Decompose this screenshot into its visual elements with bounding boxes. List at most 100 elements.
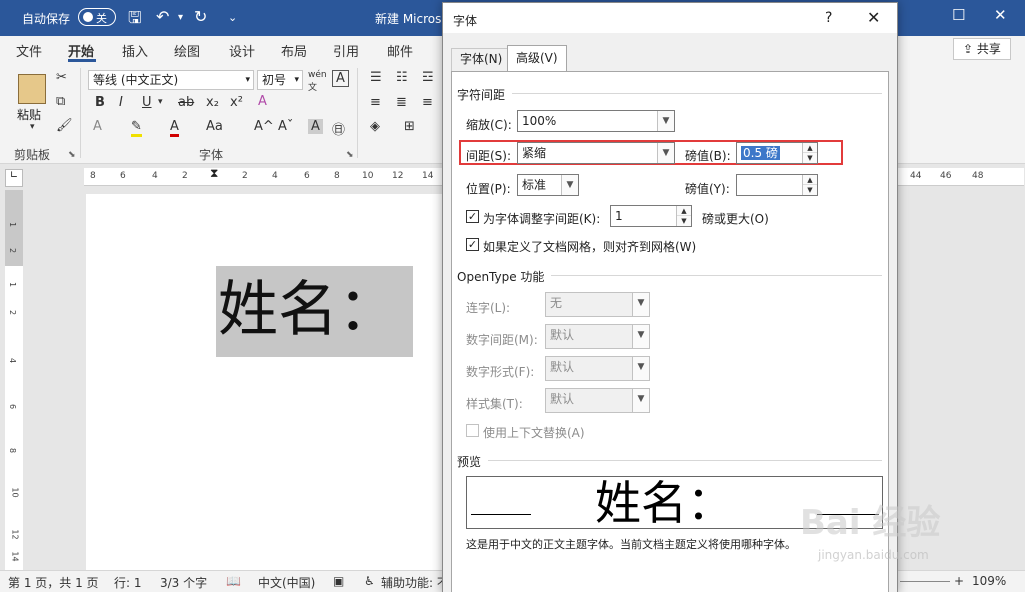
restore-icon[interactable]: ☐ [952,6,965,24]
paste-icon[interactable] [18,74,46,104]
number-spacing-select[interactable]: 默认 ▼ [545,324,650,349]
redo-icon[interactable]: ↻ [194,7,207,26]
tab-font[interactable]: 字体(N) [451,48,512,71]
kerning-checkbox[interactable]: ✓ [466,210,479,223]
macro-icon[interactable]: ▣ [333,574,344,588]
font-launcher-icon[interactable]: ⬊ [346,150,354,160]
dialog-close-button[interactable]: ✕ [867,8,880,27]
language[interactable]: 中文(中国) [258,574,315,591]
document-text[interactable]: 姓名： [218,272,398,348]
contextual-alternates-checkbox[interactable] [466,424,479,437]
tab-design[interactable]: 设计 [229,41,255,60]
scale-select[interactable]: 100% ▼ [517,110,675,132]
italic-icon[interactable]: I [119,95,123,110]
undo-icon[interactable]: ↶ [156,7,169,26]
save-icon[interactable]: 🖫 [128,7,142,34]
numbering-icon[interactable]: ☷ [396,70,408,85]
position-select[interactable]: 标准 ▼ [517,174,579,196]
change-case-icon[interactable]: Aa [206,119,223,134]
accessibility-status[interactable]: 辅助功能: 不 [381,574,449,591]
subscript-icon[interactable]: x₂ [206,95,219,110]
tab-advanced[interactable]: 高级(V) [507,45,567,71]
undo-dropdown-icon[interactable]: ▾ [178,12,183,23]
kerning-input[interactable]: 1 ▲ ▼ [610,205,692,227]
page-count[interactable]: 第 1 页，共 1 页 [8,574,99,591]
font-color-icon[interactable]: A [170,119,179,137]
bullets-icon[interactable]: ☰ [370,70,382,85]
autosave-toggle[interactable]: 关 [78,8,116,26]
clear-formatting-icon[interactable]: A [258,94,267,109]
spacing-by-input[interactable]: 0.5 磅 ▲ ▼ [736,142,818,164]
spin-up-icon[interactable]: ▲ [677,206,691,216]
window-close-icon[interactable]: ✕ [994,6,1007,24]
spinner[interactable]: ▲ ▼ [802,143,817,163]
highlight-icon[interactable]: ✎ [131,119,142,137]
underline-dropdown-icon[interactable]: ▾ [158,97,163,107]
ruler-tick-label: 4 [152,171,158,181]
spacing-select[interactable]: 紧缩 ▼ [517,142,675,164]
bold-icon[interactable]: B [95,95,105,110]
scale-label: 缩放(C): [466,118,512,132]
position-by-input[interactable]: ▲ ▼ [736,174,818,196]
underline-icon[interactable]: U [142,95,152,110]
enclose-char-icon[interactable]: ㊐ [332,119,345,138]
format-painter-icon[interactable]: 🖌 [56,118,73,133]
tab-draw[interactable]: 绘图 [174,41,200,60]
indent-marker-icon[interactable]: ⧗ [210,166,218,181]
accessibility-icon[interactable]: ♿ [364,574,375,588]
spinner[interactable]: ▲ ▼ [676,206,691,226]
tab-layout[interactable]: 布局 [281,41,307,60]
spin-down-icon[interactable]: ▼ [803,153,817,163]
zoom-level[interactable]: 109% [972,574,1006,588]
dialog-title-bar[interactable]: 字体 ? ✕ [443,3,897,33]
shading-icon[interactable]: ◈ [370,119,380,134]
font-size-combo[interactable]: 初号 ▾ [257,70,303,90]
document-page[interactable] [86,194,466,574]
spin-up-icon[interactable]: ▲ [803,175,817,185]
paste-dropdown-icon[interactable]: ▾ [30,122,35,132]
spinner[interactable]: ▲ ▼ [802,175,817,195]
stylistic-sets-select[interactable]: 默认 ▼ [545,388,650,413]
number-forms-select[interactable]: 默认 ▼ [545,356,650,381]
clipboard-launcher-icon[interactable]: ⬊ [68,150,76,160]
tab-insert[interactable]: 插入 [122,41,148,60]
align-center-icon[interactable]: ≣ [396,95,407,110]
tab-file[interactable]: 文件 [16,41,42,60]
align-right-icon[interactable]: ≡ [422,95,433,110]
borders-icon[interactable]: ⊞ [404,119,415,134]
snap-to-grid-checkbox[interactable]: ✓ [466,238,479,251]
char-border-icon[interactable]: A [332,70,349,87]
zoom-in-icon[interactable]: + [954,574,964,588]
position-label: 位置(P): [466,182,511,196]
spin-down-icon[interactable]: ▼ [803,185,817,195]
tab-selector[interactable]: ∟ [5,169,23,187]
font-name-combo[interactable]: 等线 (中文正文) ▾ [88,70,254,90]
spin-down-icon[interactable]: ▼ [677,216,691,226]
word-count[interactable]: 3/3 个字 [160,574,207,591]
cut-icon[interactable]: ✂ [56,70,67,85]
vertical-ruler[interactable]: 1 2 1 2 4 6 8 10 12 14 [5,190,23,570]
grow-font-icon[interactable]: A^ [254,119,274,134]
strikethrough-icon[interactable]: ab [178,95,194,110]
char-shading-icon[interactable]: A [308,119,323,134]
ligatures-select[interactable]: 无 ▼ [545,292,650,317]
phonetic-guide-icon[interactable]: wén 文 [308,70,327,93]
tab-references[interactable]: 引用 [333,41,359,60]
copy-icon[interactable]: ⧉ [56,94,65,109]
kerning-label[interactable]: 为字体调整字间距(K): [483,210,600,227]
share-button[interactable]: ⇪ 共享 [953,38,1011,60]
superscript-icon[interactable]: x² [230,95,243,110]
zoom-slider[interactable] [900,581,950,582]
paste-label[interactable]: 粘贴 [17,106,41,123]
help-button[interactable]: ? [825,10,832,26]
text-effects-icon[interactable]: A [93,119,102,134]
align-left-icon[interactable]: ≡ [370,95,381,110]
shrink-font-icon[interactable]: Aˇ [278,119,293,134]
spin-up-icon[interactable]: ▲ [803,143,817,153]
snap-to-grid-label[interactable]: 如果定义了文档网格，则对齐到网格(W) [483,238,696,255]
proofing-icon[interactable]: 📖 [226,574,241,588]
multilevel-list-icon[interactable]: ☲ [422,70,434,85]
tab-home[interactable]: 开始 [68,41,94,60]
customize-qat-icon[interactable]: ⌄ [228,11,237,24]
tab-mailings[interactable]: 邮件 [387,41,413,60]
